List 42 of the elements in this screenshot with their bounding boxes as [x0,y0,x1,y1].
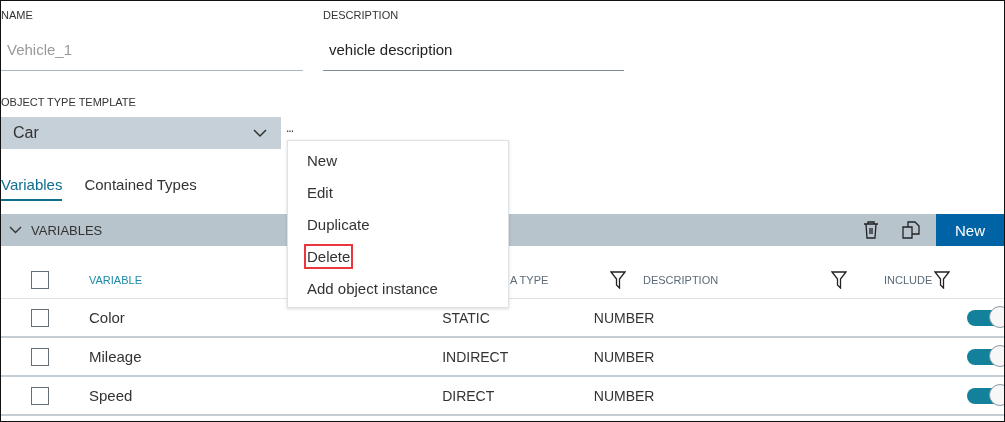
more-button[interactable]: ... [286,117,293,139]
menu-item[interactable]: Delete [304,243,354,269]
tab[interactable]: Variables [1,173,63,201]
table-cell-text: DIRECT [442,387,496,404]
table-cell-text: NUMBER [593,348,656,365]
checkbox[interactable] [31,308,49,327]
filter-icon[interactable] [934,271,950,289]
toggle-switch[interactable] [966,348,1004,365]
toggle-switch[interactable] [966,387,1004,404]
column-header: INCLUDE [884,274,934,286]
copy-icon[interactable] [902,221,920,239]
field-label: OBJECT TYPE TEMPLATE [1,96,137,110]
filter-icon[interactable] [610,271,626,289]
table-cell: Mileage [89,348,142,365]
column-header: DESCRIPTION [643,274,720,286]
trash-icon[interactable] [863,221,879,239]
table-cell-text: STATIC [442,309,491,326]
checkbox[interactable] [31,347,49,366]
new-button[interactable]: New [936,214,1004,246]
template-dropdown[interactable]: Car [1,117,281,149]
table-cell-text: INDIRECT [442,348,510,365]
tab[interactable]: Contained Types [84,173,197,199]
checkbox[interactable] [31,271,49,289]
menu-item[interactable]: Add object instance [304,275,441,301]
menu-item[interactable]: New [304,147,340,173]
panel-title: VARIABLES [31,222,103,238]
table-cell-text: NUMBER [593,309,656,326]
field-label: DESCRIPTION [323,9,400,23]
checkbox[interactable] [31,386,49,405]
field-label: NAME [1,9,34,23]
column-header: VARIABLE [89,274,142,286]
chevron-icon[interactable] [9,226,22,234]
table-cell: Speed [89,387,133,404]
column-header: A TYPE [509,274,550,286]
table-cell-text: NUMBER [593,387,656,404]
chevron-down-icon[interactable] [253,128,267,138]
filter-icon[interactable] [831,271,847,289]
description-field[interactable]: vehicle description [323,31,624,71]
toggle-switch[interactable] [966,309,1004,326]
table-cell: Color [89,309,125,326]
menu-item[interactable]: Edit [304,179,336,205]
menu-item[interactable]: Duplicate [304,211,373,237]
